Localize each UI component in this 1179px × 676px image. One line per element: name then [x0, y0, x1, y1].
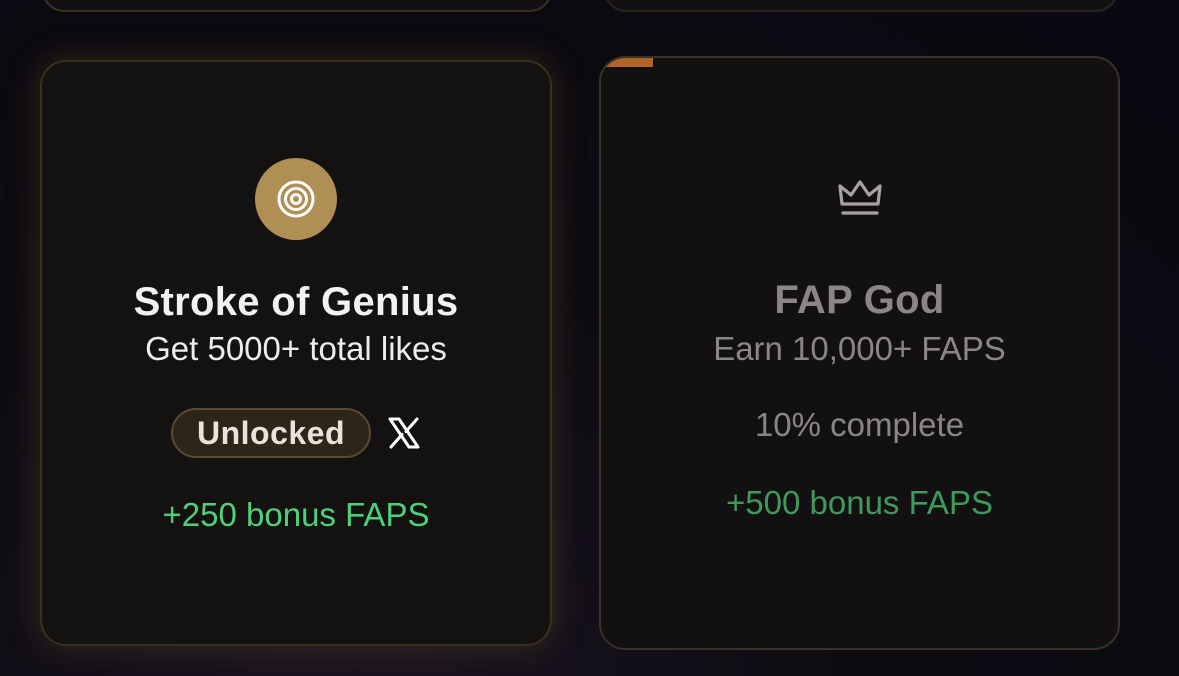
reward-text: +250 bonus FAPS	[162, 496, 430, 533]
progress-text: 10% complete	[754, 406, 965, 443]
reward-text: +500 bonus FAPS	[726, 484, 993, 521]
achievement-description: Get 5000+ total likes	[145, 330, 447, 367]
unlocked-badge: Unlocked	[170, 408, 372, 458]
achievement-description: Earn 10,000+ FAPS	[713, 330, 1006, 367]
x-logo-icon[interactable]	[387, 416, 421, 450]
status-row: Unlocked	[42, 406, 550, 460]
achievement-card-partial	[604, 0, 1118, 12]
achievement-card-fap-god[interactable]: FAP God Earn 10,000+ FAPS 10% complete +…	[599, 56, 1120, 650]
achievement-card-partial	[42, 0, 552, 12]
achievement-card-stroke-of-genius[interactable]: Stroke of Genius Get 5000+ total likes U…	[40, 60, 552, 646]
crown-icon	[837, 180, 882, 215]
achievement-title: Stroke of Genius	[133, 280, 459, 324]
target-icon	[255, 158, 337, 240]
achievement-title: FAP God	[774, 278, 945, 322]
